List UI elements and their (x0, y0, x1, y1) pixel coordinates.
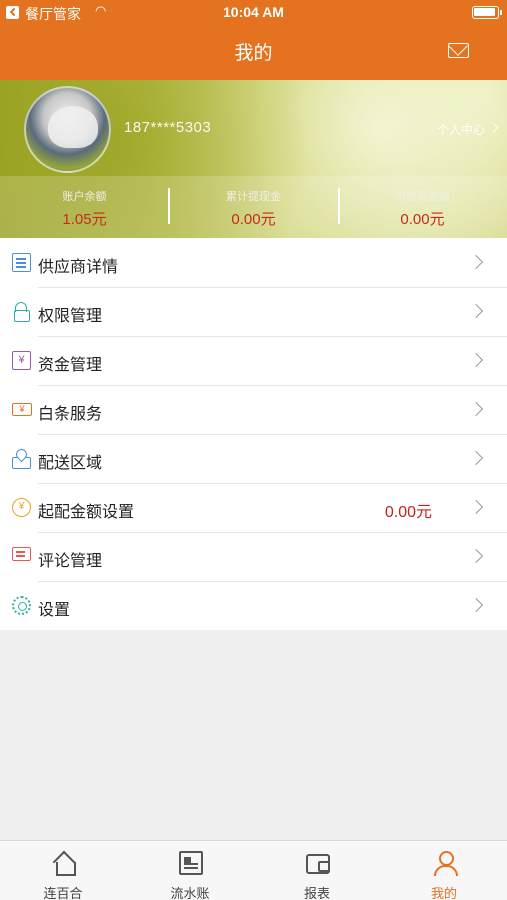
wallet-icon (306, 854, 330, 874)
menu-item-label: 起配金额设置 (38, 504, 135, 521)
document-icon (12, 253, 31, 272)
menu-item-label: 白条服务 (38, 406, 103, 423)
menu-item-settings[interactable]: 设置 (0, 581, 507, 630)
top-header: 餐厅管家 ◠ 10:04 AM 我的 (0, 0, 507, 80)
coin-icon: ¥ (12, 498, 31, 517)
tab-mine[interactable]: 我的 (381, 841, 507, 900)
tab-home[interactable]: 连百合 (0, 841, 126, 900)
profile-banner: 187****5303 个人中心 账户余额 1.05元 累计提现金 0.00元 … (0, 80, 507, 238)
mail-icon[interactable] (448, 43, 469, 58)
account-stats: 账户余额 1.05元 累计提现金 0.00元 可提现金额 0.00元 (0, 176, 507, 238)
battery-icon (472, 6, 502, 19)
map-pin-icon (12, 449, 31, 469)
stat-balance[interactable]: 账户余额 1.05元 (0, 176, 169, 238)
stat-label: 累计提现金 (226, 191, 281, 203)
tab-ledger[interactable]: 流水账 (127, 841, 253, 900)
user-icon (433, 851, 458, 876)
chevron-right-icon (468, 401, 484, 417)
menu-item-label: 评论管理 (38, 553, 103, 570)
menu-item-supplier-details[interactable]: 供应商详情 (0, 238, 507, 287)
menu-item-delivery-area[interactable]: 配送区域 (0, 434, 507, 483)
stat-total-withdrawn[interactable]: 累计提现金 0.00元 (169, 176, 338, 238)
chevron-right-icon (468, 303, 484, 319)
chevron-right-icon (468, 352, 484, 368)
gear-icon (12, 596, 31, 615)
stat-value: 0.00元 (400, 211, 445, 228)
chat-icon (12, 547, 31, 561)
min-order-amount: 0.00元 (384, 504, 432, 521)
menu-item-credit-service[interactable]: ¥ 白条服务 (0, 385, 507, 434)
tab-label: 流水账 (170, 886, 210, 900)
status-time: 10:04 AM (223, 4, 284, 20)
chevron-right-icon (468, 499, 484, 515)
stat-value: 0.00元 (231, 211, 276, 228)
menu-item-label: 权限管理 (38, 308, 103, 325)
tab-label: 连百合 (43, 886, 83, 900)
menu-item-label: 设置 (38, 602, 71, 619)
page-title: 我的 (234, 43, 273, 64)
phone-number: 187****5303 (124, 119, 212, 136)
stat-withdrawable[interactable]: 可提现金额 0.00元 (338, 176, 507, 238)
menu-list: 供应商详情 权限管理 ¥ 资金管理 ¥ 白条服务 配送区域 ¥ 起配金额设置 0… (0, 238, 507, 630)
menu-item-reviews[interactable]: 评论管理 (0, 532, 507, 581)
newspaper-icon (179, 851, 203, 875)
stat-value: 1.05元 (62, 211, 107, 228)
menu-item-permissions[interactable]: 权限管理 (0, 287, 507, 336)
chevron-right-icon (468, 254, 484, 270)
chevron-right-icon (468, 597, 484, 613)
menu-item-label: 配送区域 (38, 455, 103, 472)
chevron-right-icon (468, 450, 484, 466)
stat-label: 可提现金额 (395, 191, 450, 203)
status-bar: 餐厅管家 ◠ 10:04 AM (0, 0, 507, 26)
avatar[interactable] (24, 86, 111, 173)
menu-item-min-order[interactable]: ¥ 起配金额设置 0.00元 (0, 483, 507, 532)
yen-icon: ¥ (12, 351, 31, 370)
tab-label: 报表 (303, 886, 330, 900)
chevron-right-icon (468, 548, 484, 564)
stat-label: 账户余额 (62, 191, 107, 203)
home-icon (52, 851, 76, 876)
ticket-icon: ¥ (12, 403, 32, 416)
lock-icon (12, 302, 31, 322)
tab-label: 我的 (430, 886, 457, 900)
menu-item-label: 供应商详情 (38, 259, 119, 276)
tab-bar: 连百合 流水账 报表 我的 (0, 840, 507, 900)
personal-center-link[interactable]: 个人中心 (437, 121, 485, 138)
menu-item-funds[interactable]: ¥ 资金管理 (0, 336, 507, 385)
tab-reports[interactable]: 报表 (254, 841, 380, 900)
menu-item-label: 资金管理 (38, 357, 103, 374)
